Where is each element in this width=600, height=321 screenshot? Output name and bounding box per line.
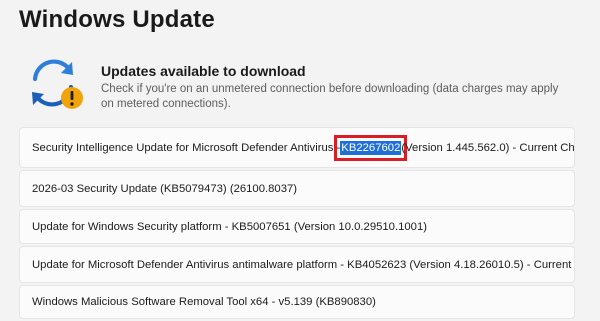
update-item-label: Update for Microsoft Defender Antivirus … bbox=[32, 258, 574, 271]
update-item[interactable]: Update for Windows Security platform - K… bbox=[19, 209, 575, 244]
update-item[interactable]: Security Intelligence Update for Microso… bbox=[19, 127, 575, 168]
kb-number-highlight[interactable]: KB2267602 bbox=[334, 134, 408, 161]
update-item-label-prefix: Security Intelligence Update for Microso… bbox=[32, 141, 341, 154]
update-item-label: Windows Malicious Software Removal Tool … bbox=[32, 296, 376, 308]
sync-warning-icon bbox=[25, 53, 87, 113]
status-description: Check if you're on an unmetered connecti… bbox=[101, 83, 559, 110]
update-item-label: Update for Windows Security platform - K… bbox=[32, 220, 427, 233]
status-title: Updates available to download bbox=[101, 63, 306, 79]
update-item[interactable]: Update for Microsoft Defender Antivirus … bbox=[19, 246, 575, 283]
update-item[interactable]: 2026-03 Security Update (KB5079473) (261… bbox=[19, 170, 575, 207]
update-list: Security Intelligence Update for Microso… bbox=[19, 127, 575, 321]
page-title: Windows Update bbox=[19, 6, 215, 33]
update-item[interactable]: Windows Malicious Software Removal Tool … bbox=[19, 285, 575, 319]
update-item-label: 2026-03 Security Update (KB5079473) (261… bbox=[32, 182, 298, 195]
update-item-label-suffix: (Version 1.445.562.0) - Current Channel … bbox=[401, 141, 575, 154]
